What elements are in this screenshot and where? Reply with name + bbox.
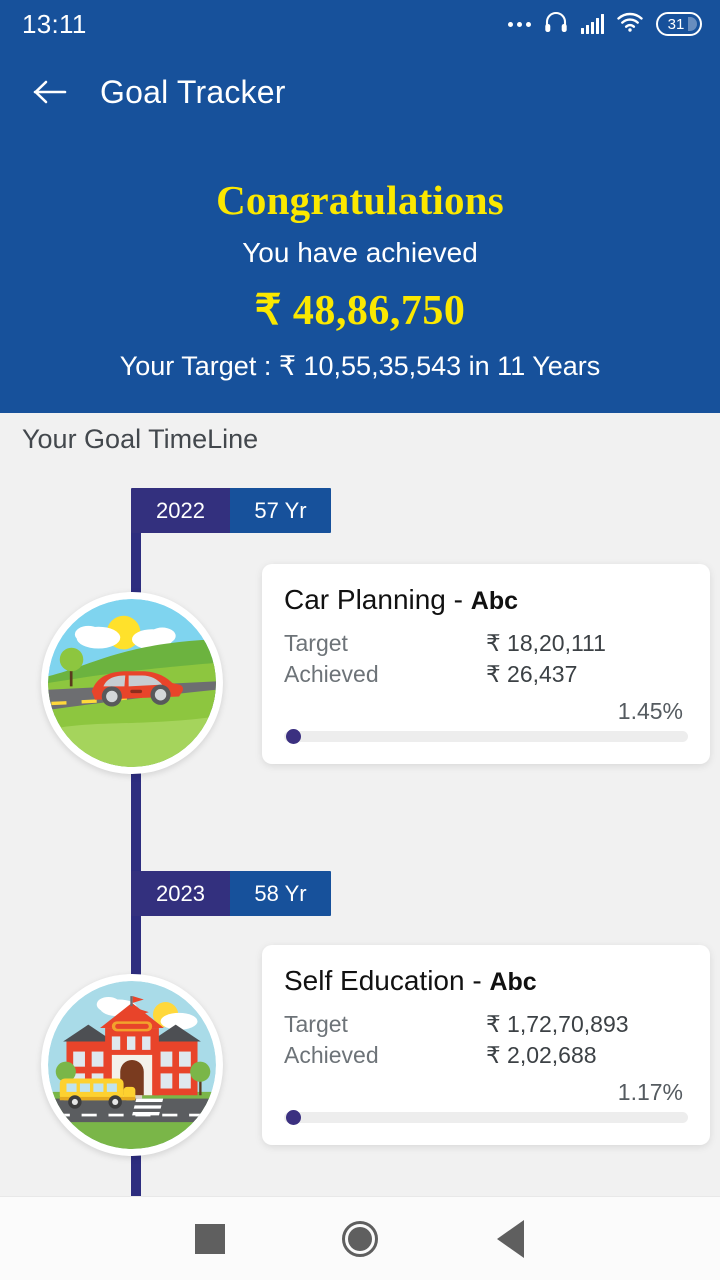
goal-achieved-value: ₹ 2,02,688 — [486, 1042, 597, 1068]
signal-bars-icon — [581, 14, 604, 34]
goal-figures: Target ₹ 1,72,70,893 Achieved ₹ 2,02,688 — [284, 1011, 688, 1069]
back-arrow-icon[interactable] — [28, 70, 72, 114]
goal-card-title: Self Education - Abc — [284, 965, 688, 997]
timeline-year-label: 2022 — [131, 488, 230, 533]
car-on-road-icon — [41, 592, 223, 774]
goal-achieved-label: Achieved — [284, 661, 379, 687]
goal-subname: Abc — [489, 968, 537, 996]
battery-icon: 31 — [656, 12, 702, 36]
timeline-age-label: 58 Yr — [230, 871, 331, 916]
hero-section: Congratulations You have achieved ₹ 48,8… — [0, 177, 720, 382]
back-button[interactable] — [435, 1219, 585, 1258]
goal-percent: 1.45% — [617, 698, 683, 724]
target-summary: Your Target : ₹ 10,55,35,543 in 11 Years — [119, 351, 601, 382]
goal-percent: 1.17% — [617, 1079, 683, 1105]
school-building-icon — [41, 974, 223, 1156]
goal-target-row: Target ₹ 18,20,111 — [284, 630, 688, 657]
achieved-amount: ₹ 48,86,750 — [254, 288, 466, 335]
goal-progress-bar[interactable] — [284, 1110, 688, 1125]
home-button[interactable] — [285, 1220, 435, 1257]
goal-title-separator: - — [453, 584, 463, 615]
more-dots-icon — [508, 21, 531, 27]
goal-target-value: ₹ 1,72,70,893 — [486, 1011, 629, 1037]
goal-card[interactable]: Self Education - Abc Target ₹ 1,72,70,89… — [262, 945, 710, 1145]
goal-target-label: Target — [284, 630, 348, 656]
goal-achieved-row: Achieved ₹ 2,02,688 — [284, 1042, 688, 1069]
goal-target-row: Target ₹ 1,72,70,893 — [284, 1011, 688, 1038]
goal-achieved-label: Achieved — [284, 1042, 379, 1068]
goal-name: Car Planning — [284, 584, 446, 615]
goal-progress-bar[interactable] — [284, 729, 688, 744]
achieved-subtitle: You have achieved — [242, 237, 478, 269]
headphones-icon — [544, 11, 568, 38]
timeline-year-badge[interactable]: 2023 58 Yr — [131, 871, 331, 916]
goal-target-value: ₹ 18,20,111 — [486, 630, 606, 656]
goal-achieved-value: ₹ 26,437 — [486, 661, 578, 687]
status-time: 13:11 — [22, 8, 87, 39]
app-screen: 13:11 31 Goal Tracker Congratulations Yo… — [0, 0, 720, 1280]
back-triangle-icon — [496, 1219, 524, 1258]
timeline-year-label: 2023 — [131, 871, 230, 916]
goal-progress-thumb[interactable] — [286, 1110, 301, 1125]
goal-card[interactable]: Car Planning - Abc Target ₹ 18,20,111 Ac… — [262, 564, 710, 764]
recents-square-icon — [195, 1223, 225, 1254]
goal-figures: Target ₹ 18,20,111 Achieved ₹ 26,437 — [284, 630, 688, 688]
battery-level: 31 — [667, 15, 685, 33]
app-bar: Goal Tracker — [0, 48, 720, 136]
timeline-section: Your Goal TimeLine 2022 57 Yr Car Planni… — [0, 413, 720, 1196]
goal-card-title: Car Planning - Abc — [284, 584, 688, 616]
page-title: Goal Tracker — [100, 73, 286, 110]
timeline-age-label: 57 Yr — [230, 488, 331, 533]
home-circle-icon — [342, 1220, 378, 1257]
goal-subname: Abc — [470, 587, 518, 615]
congratulations-text: Congratulations — [216, 177, 504, 223]
goal-title-separator: - — [472, 965, 482, 996]
goal-achieved-row: Achieved ₹ 26,437 — [284, 661, 688, 688]
status-bar: 13:11 31 — [0, 0, 720, 48]
timeline-heading: Your Goal TimeLine — [22, 424, 259, 454]
timeline-year-badge[interactable]: 2022 57 Yr — [131, 488, 331, 533]
goal-progress-thumb[interactable] — [286, 729, 301, 744]
wifi-icon — [617, 12, 643, 37]
status-icon-group: 31 — [508, 11, 702, 38]
recents-button[interactable] — [135, 1223, 285, 1254]
system-nav-bar — [0, 1196, 720, 1280]
goal-target-label: Target — [284, 1011, 348, 1037]
goal-name: Self Education — [284, 965, 465, 996]
